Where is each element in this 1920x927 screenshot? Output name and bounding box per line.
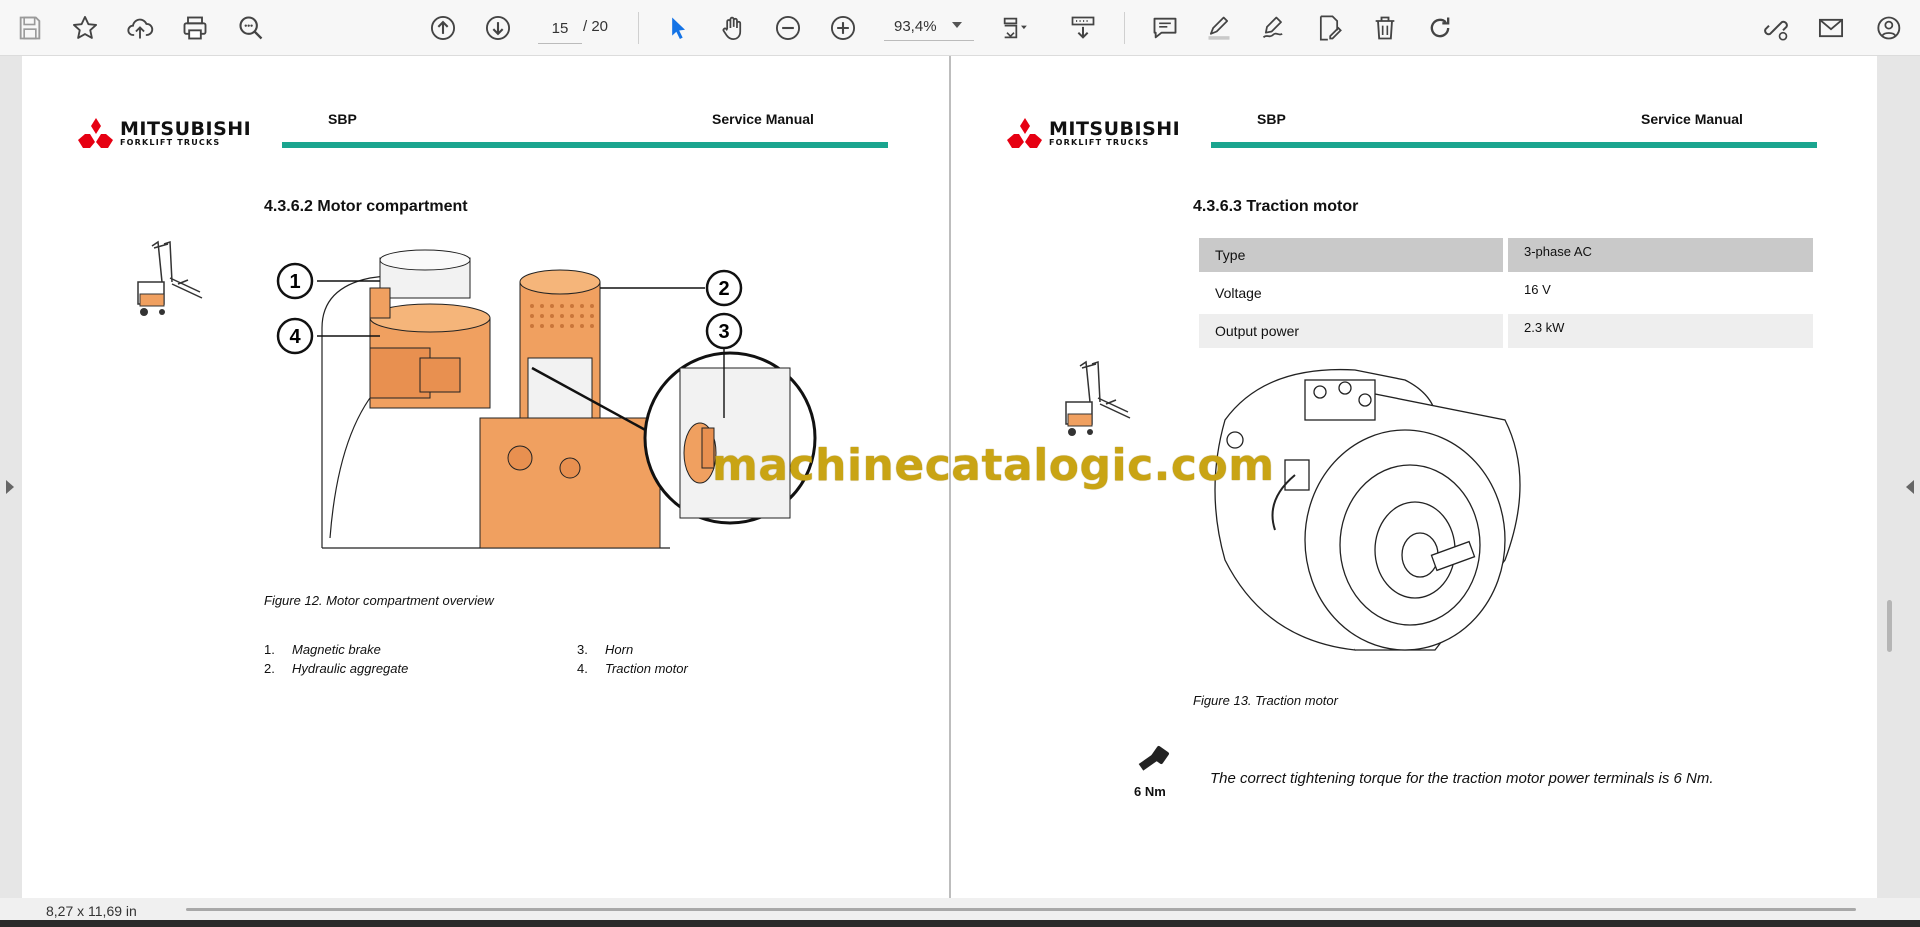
legend-list-right: 3. Horn 4. Traction motor bbox=[577, 642, 837, 680]
toolbar-separator bbox=[1124, 12, 1125, 44]
fill-sign-icon[interactable] bbox=[1311, 10, 1347, 46]
list-item: 2. Hydraulic aggregate bbox=[264, 661, 524, 680]
spec-value: 16 V bbox=[1524, 282, 1551, 297]
spec-label: Output power bbox=[1199, 314, 1503, 348]
list-item: 4. Traction motor bbox=[577, 661, 837, 680]
torque-note: The correct tightening torque for the tr… bbox=[1210, 770, 1714, 787]
email-icon[interactable] bbox=[1813, 10, 1849, 46]
mitsubishi-logo: MITSUBISHI FORKLIFT TRUCKS bbox=[78, 118, 251, 148]
list-item-text: Hydraulic aggregate bbox=[292, 661, 409, 676]
header-manual-title: Service Manual bbox=[1641, 111, 1743, 127]
page-fit-icon[interactable] bbox=[996, 10, 1032, 46]
spec-label: Voltage bbox=[1215, 285, 1262, 301]
header-rule bbox=[282, 142, 888, 148]
list-item-number: 1. bbox=[264, 642, 275, 657]
list-item: 1. Magnetic brake bbox=[264, 642, 524, 661]
stacker-truck-icon bbox=[137, 240, 203, 316]
table-row: Voltage 16 V bbox=[1199, 276, 1813, 310]
header-model: SBP bbox=[1257, 111, 1286, 127]
header-rule bbox=[1211, 142, 1817, 148]
rotate-icon[interactable] bbox=[1422, 10, 1458, 46]
list-item-number: 3. bbox=[577, 642, 588, 657]
section-title: 4.3.6.3 Traction motor bbox=[1193, 198, 1359, 215]
section-title: 4.3.6.2 Motor compartment bbox=[264, 198, 468, 215]
page-down-icon[interactable] bbox=[480, 10, 516, 46]
page-number-input[interactable] bbox=[538, 13, 582, 44]
highlight-pen-icon[interactable] bbox=[1201, 10, 1237, 46]
list-item: 3. Horn bbox=[577, 642, 837, 661]
save-icon[interactable] bbox=[12, 10, 48, 46]
callout-1: 1 bbox=[289, 271, 300, 293]
mitsubishi-diamonds-icon bbox=[78, 118, 113, 148]
list-item-text: Traction motor bbox=[605, 661, 688, 676]
zoom-in-icon[interactable] bbox=[825, 10, 861, 46]
mitsubishi-logo: MITSUBISHI FORKLIFT TRUCKS bbox=[1007, 118, 1180, 148]
logo-subtext: FORKLIFT TRUCKS bbox=[120, 137, 221, 147]
toolbar: / 20 93,4% bbox=[0, 0, 1920, 56]
left-panel-toggle-icon[interactable] bbox=[6, 480, 14, 494]
list-item-number: 4. bbox=[577, 661, 588, 676]
callout-3: 3 bbox=[718, 321, 729, 343]
zoom-search-icon[interactable] bbox=[233, 10, 269, 46]
vertical-scrollbar[interactable] bbox=[1887, 600, 1892, 652]
table-row: Output power 2.3 kW bbox=[1199, 314, 1813, 348]
scroll-mode-icon[interactable] bbox=[1065, 10, 1101, 46]
spec-value: 2.3 kW bbox=[1508, 314, 1813, 348]
chevron-down-icon[interactable] bbox=[952, 22, 962, 28]
list-item-number: 2. bbox=[264, 661, 275, 676]
figure-caption: Figure 12. Motor compartment overview bbox=[264, 593, 494, 608]
page-total: / 20 bbox=[583, 18, 609, 35]
legend-list-left: 1. Magnetic brake 2. Hydraulic aggregate bbox=[264, 642, 524, 680]
traction-motor-figure bbox=[1214, 368, 1521, 651]
torque-value: 6 Nm bbox=[1134, 784, 1166, 799]
page-size-label: 8,27 x 11,69 in bbox=[46, 903, 137, 919]
table-row: Type 3-phase AC bbox=[1199, 238, 1813, 272]
horizontal-scrollbar[interactable] bbox=[186, 908, 1856, 911]
share-link-icon[interactable] bbox=[1758, 10, 1794, 46]
bolt-torque-icon bbox=[1138, 746, 1169, 771]
bookmark-star-icon[interactable] bbox=[67, 10, 103, 46]
account-icon[interactable] bbox=[1872, 10, 1908, 46]
select-cursor-icon[interactable] bbox=[660, 10, 696, 46]
spec-table: Type 3-phase AC Voltage 16 V Output powe… bbox=[1199, 238, 1813, 352]
logo-subtext: FORKLIFT TRUCKS bbox=[1049, 137, 1150, 147]
toolbar-separator bbox=[638, 12, 639, 44]
logo-text: MITSUBISHI bbox=[1049, 117, 1181, 140]
list-item-text: Horn bbox=[605, 642, 634, 657]
print-icon[interactable] bbox=[177, 10, 213, 46]
watermark: machinecatalogic.com bbox=[712, 440, 1275, 491]
hand-pan-icon[interactable] bbox=[715, 10, 751, 46]
page-up-icon[interactable] bbox=[425, 10, 461, 46]
list-item-text: Magnetic brake bbox=[292, 642, 381, 657]
header-model: SBP bbox=[328, 111, 357, 127]
spec-value: 3-phase AC bbox=[1508, 238, 1813, 272]
right-panel-toggle-icon[interactable] bbox=[1906, 480, 1914, 494]
figure-caption: Figure 13. Traction motor bbox=[1193, 693, 1338, 708]
window-bottom-edge bbox=[0, 920, 1920, 927]
callout-2: 2 bbox=[718, 278, 729, 300]
mitsubishi-diamonds-icon bbox=[1007, 118, 1042, 148]
header-manual-title: Service Manual bbox=[712, 111, 814, 127]
delete-icon[interactable] bbox=[1367, 10, 1403, 46]
callout-4: 4 bbox=[289, 326, 301, 348]
logo-text: MITSUBISHI bbox=[120, 117, 252, 140]
draw-icon[interactable] bbox=[1256, 10, 1292, 46]
upload-cloud-icon[interactable] bbox=[122, 10, 158, 46]
zoom-out-icon[interactable] bbox=[770, 10, 806, 46]
zoom-level-value: 93,4% bbox=[894, 18, 937, 35]
motor-compartment-figure: 1 2 3 4 bbox=[276, 249, 817, 549]
comment-icon[interactable] bbox=[1147, 10, 1183, 46]
spec-label: Type bbox=[1199, 238, 1503, 272]
